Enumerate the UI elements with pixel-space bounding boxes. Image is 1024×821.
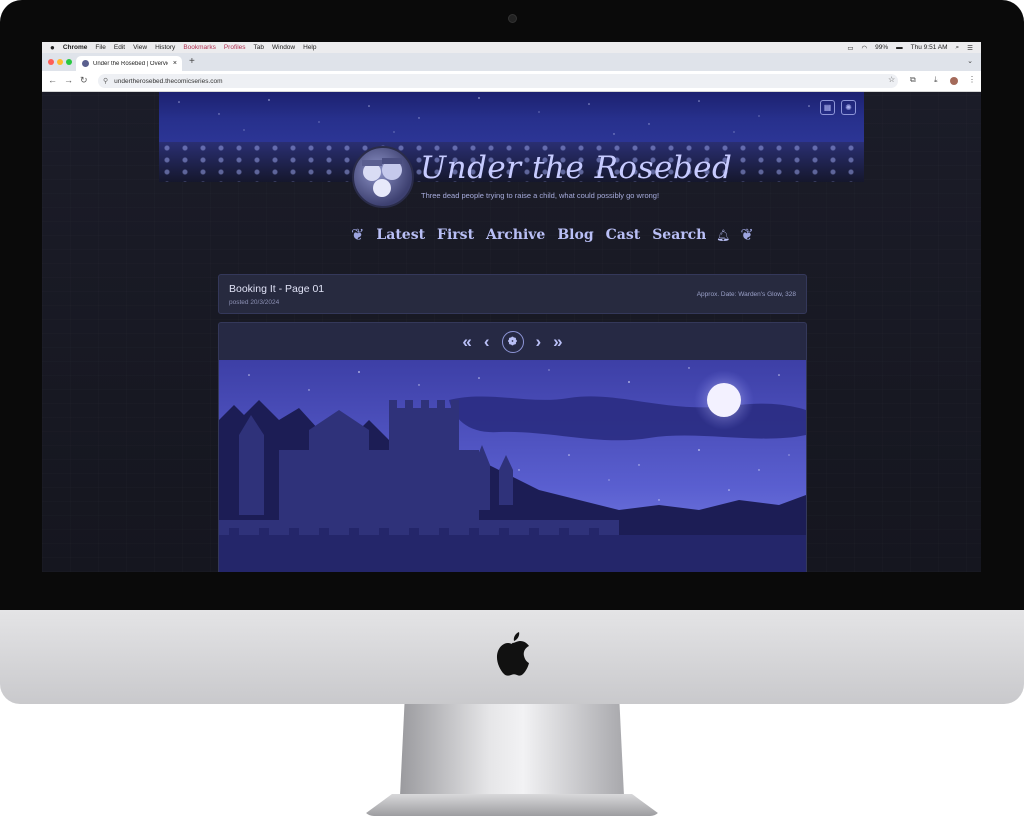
site-info-icon[interactable]: ⚲ [103, 77, 108, 85]
bell-icon[interactable]: 🔔︎ [716, 229, 730, 242]
emblem-icon[interactable]: ❁ [501, 330, 524, 353]
approx-date: Approx. Date: Warden's Glow, 328 [696, 291, 796, 298]
comic-page-image[interactable] [219, 360, 806, 572]
menu-edit[interactable]: Edit [114, 44, 125, 51]
back-arrow-icon[interactable]: ← [48, 75, 57, 85]
nav-blog[interactable]: Blog [557, 227, 593, 243]
reload-icon[interactable]: ↻ [80, 75, 88, 86]
control-center-icon[interactable]: ☰ [967, 44, 973, 52]
menu-window[interactable]: Window [272, 44, 295, 51]
wifi-icon[interactable]: ◠ [861, 44, 867, 52]
tab-search-chevron-icon[interactable]: ⌄ [967, 57, 973, 65]
minimize-window-button[interactable] [57, 59, 63, 65]
settings-icon[interactable]: ✺ [841, 100, 856, 115]
new-tab-button[interactable]: + [189, 56, 195, 67]
comic-panel: « ‹ ❁ › » [218, 322, 807, 572]
apple-menu-icon[interactable]: ● [50, 43, 55, 52]
last-page-button[interactable]: » [553, 332, 562, 352]
menu-file[interactable]: File [95, 44, 105, 51]
site-favicon-icon [82, 60, 89, 67]
main-nav: ❦ Latest First Archive Blog Cast Search … [345, 225, 760, 245]
calendar-icon[interactable]: ▦ [820, 100, 835, 115]
browser-tab[interactable]: Under the Rosebed | Overvie × [76, 56, 182, 71]
site-tagline: Three dead people trying to raise a chil… [421, 191, 660, 200]
site-avatar[interactable] [352, 146, 414, 208]
menu-view[interactable]: View [133, 44, 147, 51]
address-bar[interactable]: ⚲ undertherosebed.thecomicseries.com [98, 74, 898, 88]
nav-cast[interactable]: Cast [606, 227, 641, 243]
tab-title: Under the Rosebed | Overvie [93, 60, 168, 67]
forward-arrow-icon[interactable]: → [64, 75, 73, 85]
monitor-stand [400, 704, 624, 796]
first-page-button[interactable]: « [462, 332, 471, 352]
apple-logo-icon [496, 632, 529, 676]
characters-illustration [362, 158, 402, 197]
search-icon[interactable]: ⌕ [956, 44, 960, 52]
menu-history[interactable]: History [155, 44, 175, 51]
download-icon[interactable]: ⤓ [934, 75, 938, 85]
next-page-button[interactable]: › [536, 332, 542, 352]
screen: ● Chrome File Edit View History Bookmark… [42, 42, 981, 572]
tab-strip: Under the Rosebed | Overvie × + ⌄ [42, 53, 981, 71]
profile-icon[interactable] [950, 77, 958, 85]
camera [508, 14, 517, 23]
nav-search[interactable]: Search [652, 227, 706, 243]
extensions-icon[interactable]: ⧉ [910, 75, 916, 85]
menu-profiles[interactable]: Profiles [224, 44, 246, 51]
tab-close-icon[interactable]: × [173, 60, 177, 67]
nav-first[interactable]: First [437, 227, 474, 243]
menu-tab[interactable]: Tab [254, 44, 264, 51]
banner-icons: ▦ ✺ [820, 100, 856, 115]
menu-chrome[interactable]: Chrome [63, 44, 88, 51]
maximize-window-button[interactable] [66, 59, 72, 65]
display-icon[interactable]: ▭ [847, 44, 853, 52]
rose-ornament-icon: ❦ [740, 227, 754, 244]
bookmark-star-icon[interactable]: ☆ [888, 75, 895, 84]
page-info-bar: Booking It - Page 01 posted 20/3/2024 Ap… [218, 274, 807, 314]
monitor-foot [362, 794, 662, 816]
menu-help[interactable]: Help [303, 44, 316, 51]
prev-page-button[interactable]: ‹ [484, 332, 490, 352]
menu-bookmarks[interactable]: Bookmarks [183, 44, 216, 51]
battery-percent: 99% [875, 44, 889, 51]
page-title: Booking It - Page 01 [229, 283, 325, 295]
comic-pager: « ‹ ❁ › » [219, 323, 806, 360]
nav-archive[interactable]: Archive [486, 227, 545, 243]
site-title[interactable]: Under the Rosebed [420, 150, 732, 186]
url-text[interactable]: undertherosebed.thecomicseries.com [114, 78, 222, 85]
clock[interactable]: Thu 9:51 AM [911, 44, 948, 51]
website: ▦ ✺ Under the Rosebed Three dead people … [42, 92, 981, 572]
macos-menu-bar: ● Chrome File Edit View History Bookmark… [42, 42, 981, 53]
menu-icon[interactable]: ⋮ [968, 75, 976, 84]
rose-ornament-icon: ❦ [351, 227, 365, 244]
browser-toolbar: ← → ↻ ⚲ undertherosebed.thecomicseries.c… [42, 71, 981, 92]
battery-icon[interactable]: ▬ [896, 44, 903, 51]
post-date: posted 20/3/2024 [229, 299, 280, 306]
close-window-button[interactable] [48, 59, 54, 65]
nav-latest[interactable]: Latest [376, 227, 425, 243]
